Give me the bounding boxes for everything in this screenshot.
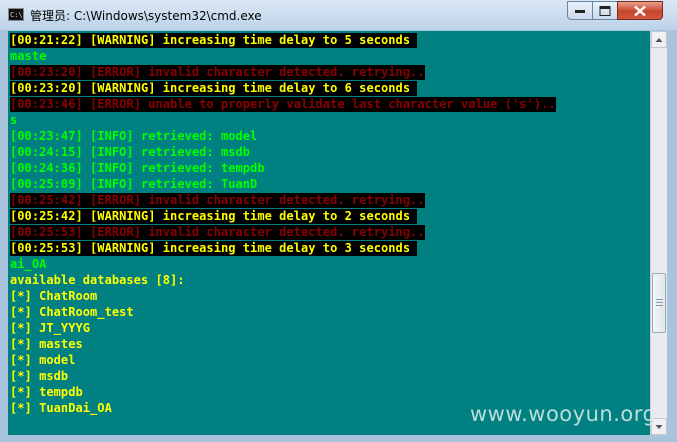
title-bar[interactable]: C:\ 管理员: C:\Windows\system32\cmd.exe	[0, 0, 677, 30]
console-line: [*] mastes	[10, 337, 83, 351]
console-line: [00:24:36] [INFO] retrieved: tempdb	[10, 161, 265, 175]
maximize-icon	[599, 5, 611, 16]
console-line: [*] msdb	[10, 369, 69, 383]
console-line: [*] ChatRoom	[10, 289, 98, 303]
console-line: ai_OA	[10, 257, 47, 271]
console-line: [00:23:20] [WARNING] increasing time del…	[10, 81, 418, 96]
console-line: [00:25:42] [WARNING] increasing time del…	[10, 209, 418, 224]
console-line: [*] model	[10, 353, 76, 367]
console-line: available databases [8]:	[10, 273, 185, 287]
grip-line	[656, 305, 663, 306]
console-line: [00:25:09] [INFO] retrieved: TuanD	[10, 177, 258, 191]
console-line: [00:25:53] [WARNING] increasing time del…	[10, 241, 418, 256]
cmd-window: C:\ 管理员: C:\Windows\system32\cmd.exe [00…	[0, 0, 677, 442]
maximize-button[interactable]	[592, 1, 618, 20]
console-line: maste	[10, 49, 47, 63]
console-line: [00:23:47] [INFO] retrieved: model	[10, 129, 258, 143]
grip-line	[656, 299, 663, 300]
console-output[interactable]: [00:21:22] [WARNING] increasing time del…	[8, 31, 650, 435]
console-line: [00:25:42] [ERROR] invalid character det…	[10, 193, 425, 208]
console-line: [00:23:46] [ERROR] unable to properly va…	[10, 97, 556, 112]
console-line: s	[10, 113, 18, 127]
window-title: 管理员: C:\Windows\system32\cmd.exe	[30, 9, 262, 23]
arrow-down-icon	[655, 424, 663, 429]
scroll-up-button[interactable]	[651, 31, 667, 48]
console-line: [*] JT_YYYG	[10, 321, 91, 335]
console-line: [00:23:20] [ERROR] invalid character det…	[10, 65, 425, 80]
watermark-text: www.wooyun.org	[470, 402, 657, 426]
close-icon	[634, 5, 646, 16]
console-line: [00:24:15] [INFO] retrieved: msdb	[10, 145, 251, 159]
scroll-thumb[interactable]	[652, 273, 666, 333]
vertical-scrollbar[interactable]	[650, 31, 667, 435]
grip-line	[656, 302, 663, 303]
console-line: [*] ChatRoom_test	[10, 305, 134, 319]
console-line: [00:21:22] [WARNING] increasing time del…	[10, 33, 418, 48]
console-line: [*] TuanDai_OA	[10, 401, 112, 415]
minimize-icon	[575, 9, 585, 13]
console-line: [00:25:53] [ERROR] invalid character det…	[10, 225, 425, 240]
cmd-app-icon[interactable]: C:\	[8, 8, 24, 21]
minimize-button[interactable]	[567, 1, 593, 20]
arrow-up-icon	[655, 37, 663, 42]
close-button[interactable]	[617, 1, 663, 20]
console-line: [*] tempdb	[10, 385, 83, 399]
